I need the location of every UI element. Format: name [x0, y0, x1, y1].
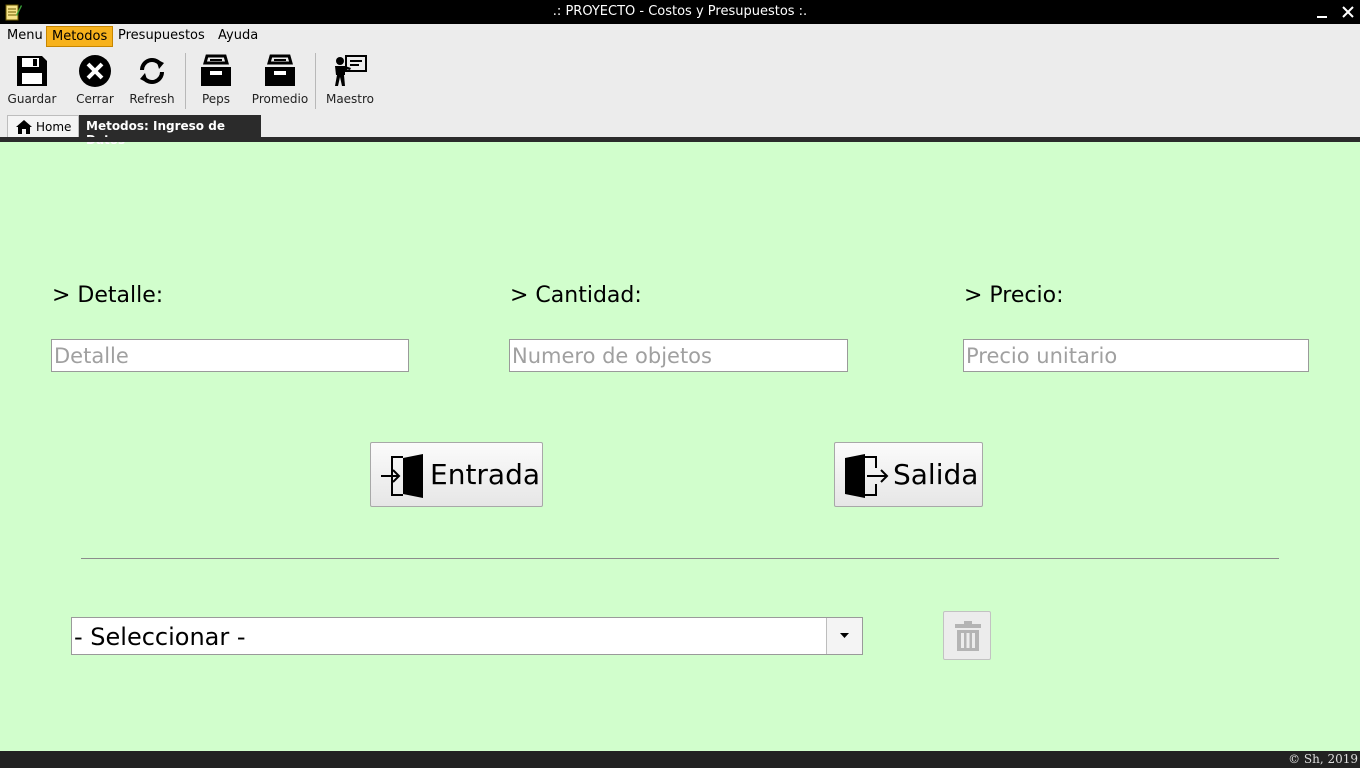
guardar-label: Guardar: [7, 92, 57, 106]
menu-ayuda[interactable]: Ayuda: [213, 26, 263, 47]
status-bar: © Sh, 2019: [0, 751, 1360, 768]
close-circle-icon: [79, 55, 111, 87]
toolbar-separator: [315, 53, 316, 109]
cerrar-label: Cerrar: [76, 92, 114, 106]
title-bar: .: PROYECTO - Costos y Presupuestos :.: [0, 0, 1360, 24]
precio-input[interactable]: [963, 339, 1309, 372]
door-enter-icon: [381, 454, 423, 498]
teacher-board-icon: [335, 55, 367, 86]
tab-metodos-ingreso[interactable]: Metodos: Ingreso de Datos: [79, 115, 261, 147]
tab-underline: [0, 137, 1360, 142]
minimize-button[interactable]: [1313, 3, 1331, 21]
tab-home-label: Home: [36, 120, 72, 134]
detalle-input[interactable]: [51, 339, 409, 372]
tab-home[interactable]: Home: [7, 115, 79, 138]
refresh-label: Refresh: [129, 92, 175, 106]
trash-icon: [955, 621, 981, 651]
promedio-label: Promedio: [251, 92, 309, 106]
menu-metodos[interactable]: Metodos: [46, 26, 114, 47]
toolbar-separator: [185, 53, 186, 109]
menu-presupuestos[interactable]: Presupuestos: [113, 26, 210, 47]
maestro-label: Maestro: [325, 92, 375, 106]
archive-tray-icon: [201, 54, 231, 86]
window-title: .: PROYECTO - Costos y Presupuestos :.: [552, 4, 808, 19]
entrada-button[interactable]: Entrada: [370, 442, 543, 507]
salida-label: Salida: [893, 458, 979, 491]
item-select-value: - Seleccionar -: [74, 623, 246, 651]
home-icon: [16, 120, 32, 134]
chevron-down-icon: [840, 633, 849, 638]
promedio-button[interactable]: Promedio: [250, 49, 310, 111]
entrada-label: Entrada: [430, 458, 541, 491]
precio-label: > Precio:: [964, 283, 1064, 308]
cantidad-label: > Cantidad:: [510, 283, 642, 308]
section-divider: [81, 558, 1279, 559]
peps-label: Peps: [201, 92, 231, 106]
menu-menu[interactable]: Menu: [2, 26, 48, 47]
cantidad-input[interactable]: [509, 339, 848, 372]
select-dropdown-button[interactable]: [826, 618, 862, 654]
peps-button[interactable]: Peps: [192, 49, 240, 111]
refresh-icon: [140, 58, 164, 84]
maestro-button[interactable]: Maestro: [322, 49, 378, 111]
door-exit-icon: [845, 454, 889, 498]
tab-metodos-label: Metodos: Ingreso de Datos: [86, 119, 225, 147]
menu-bar: Menu Metodos Presupuestos Ayuda: [0, 24, 1360, 49]
window-close-button[interactable]: [1339, 3, 1357, 21]
tab-strip: Home Metodos: Ingreso de Datos: [0, 115, 1360, 147]
minimize-icon: [1317, 16, 1327, 18]
delete-button[interactable]: [943, 611, 991, 660]
cerrar-button[interactable]: Cerrar: [68, 49, 122, 111]
salida-button[interactable]: Salida: [834, 442, 983, 507]
toolbar: Guardar Cerrar Refresh Peps Promedio Mae…: [0, 49, 1360, 115]
archive-tray-icon: [265, 54, 295, 86]
guardar-button[interactable]: Guardar: [4, 49, 60, 111]
copyright-text: © Sh, 2019: [1288, 752, 1358, 766]
item-select[interactable]: - Seleccionar -: [71, 617, 863, 655]
detalle-label: > Detalle:: [52, 283, 164, 308]
refresh-button[interactable]: Refresh: [124, 49, 180, 111]
save-icon: [17, 56, 47, 86]
close-icon: [1342, 6, 1354, 18]
